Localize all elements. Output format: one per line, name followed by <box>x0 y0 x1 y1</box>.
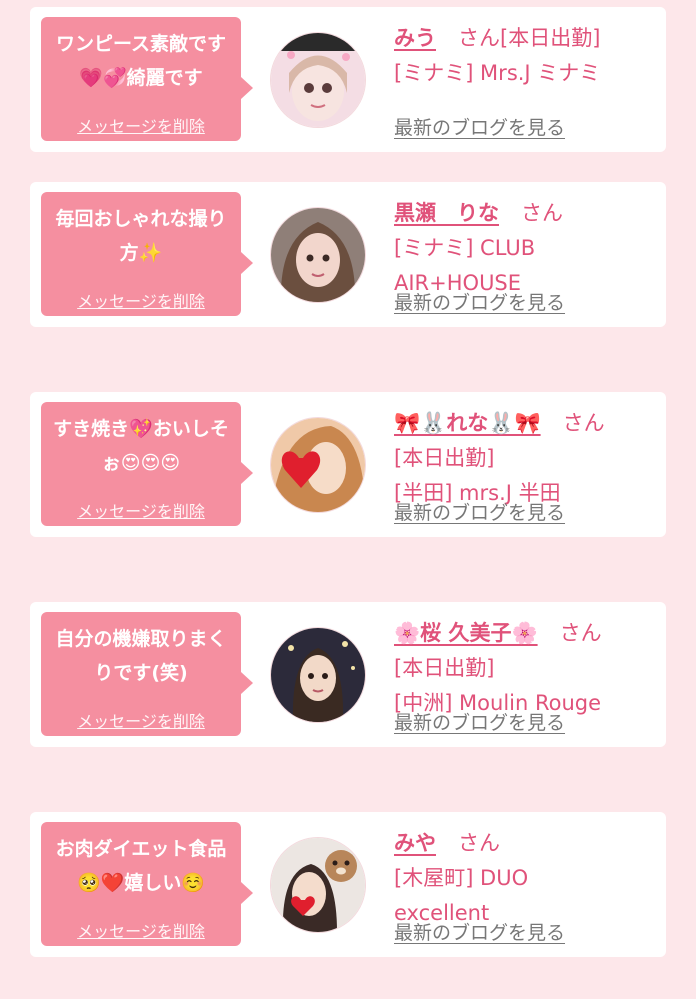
message-card: 自分の機嫌取りまくりです(笑) メッセージを削除 🌸桜 久美子🌸 さん [本日出勤… <box>30 602 666 747</box>
avatar[interactable] <box>271 418 365 512</box>
message-bubble: すき焼き💖おいしそぉ😍😍😍 メッセージを削除 <box>41 402 253 526</box>
status-text: [本日出勤] <box>500 26 601 50</box>
honorific: さん <box>562 411 605 435</box>
message-list: ワンピース素敵です💗💞綺麗です メッセージを削除 みう さん[本日出勤] [ミナミ… <box>0 0 696 999</box>
sender-info: 🌸桜 久美子🌸 さん [本日出勤] [中洲] Moulin Rouge <box>394 616 660 721</box>
sender-name-link[interactable]: 🎀🐰れな🐰🎀 <box>394 411 541 435</box>
latest-blog-link[interactable]: 最新のブログを見る <box>394 498 565 525</box>
latest-blog-link[interactable]: 最新のブログを見る <box>394 708 565 735</box>
avatar[interactable] <box>271 838 365 932</box>
sender-info: みう さん[本日出勤] [ミナミ] Mrs.J ミナミ <box>394 21 660 91</box>
honorific: さん <box>458 831 500 855</box>
sender-info: みや さん [木屋町] DUO excellent <box>394 826 660 931</box>
sender-name-link[interactable]: みう <box>394 26 436 50</box>
message-text: お肉ダイエット食品🥺❤️嬉しい☺️ <box>55 838 227 894</box>
honorific: さん <box>559 621 602 645</box>
message-text: 自分の機嫌取りまくりです(笑) <box>55 628 227 684</box>
message-text: ワンピース素敵です💗💞綺麗です <box>55 33 227 89</box>
delete-message-link[interactable]: メッセージを削除 <box>77 498 205 522</box>
message-bubble: お肉ダイエット食品🥺❤️嬉しい☺️ メッセージを削除 <box>41 822 253 946</box>
latest-blog-link[interactable]: 最新のブログを見る <box>394 113 565 140</box>
message-bubble: 毎回おしゃれな撮り方✨ メッセージを削除 <box>41 192 253 316</box>
shop-text: [ミナミ] Mrs.J ミナミ <box>394 61 601 85</box>
avatar[interactable] <box>271 33 365 127</box>
sender-name-link[interactable]: 🌸桜 久美子🌸 <box>394 621 538 645</box>
avatar[interactable] <box>271 628 365 722</box>
sender-name-link[interactable]: みや <box>394 831 436 855</box>
avatar[interactable] <box>271 208 365 302</box>
delete-message-link[interactable]: メッセージを削除 <box>77 918 205 942</box>
message-card: 毎回おしゃれな撮り方✨ メッセージを削除 黒瀬 りな さん [ミナミ] CLUB … <box>30 182 666 327</box>
status-text: [本日出勤] <box>394 656 495 680</box>
message-bubble: ワンピース素敵です💗💞綺麗です メッセージを削除 <box>41 17 253 141</box>
message-card: すき焼き💖おいしそぉ😍😍😍 メッセージを削除 🎀🐰れな🐰🎀 さん [本日出勤] [… <box>30 392 666 537</box>
message-card: ワンピース素敵です💗💞綺麗です メッセージを削除 みう さん[本日出勤] [ミナミ… <box>30 7 666 152</box>
message-bubble: 自分の機嫌取りまくりです(笑) メッセージを削除 <box>41 612 253 736</box>
status-text: [本日出勤] <box>394 446 495 470</box>
delete-message-link[interactable]: メッセージを削除 <box>77 708 205 732</box>
honorific: さん <box>458 26 500 50</box>
sender-info: 黒瀬 りな さん [ミナミ] CLUB AIR+HOUSE <box>394 196 660 301</box>
honorific: さん <box>521 201 563 225</box>
sender-info: 🎀🐰れな🐰🎀 さん [本日出勤] [半田] mrs.J 半田 <box>394 406 660 511</box>
message-card: お肉ダイエット食品🥺❤️嬉しい☺️ メッセージを削除 みや さん [木屋町] DU… <box>30 812 666 957</box>
delete-message-link[interactable]: メッセージを削除 <box>77 113 205 137</box>
latest-blog-link[interactable]: 最新のブログを見る <box>394 288 565 315</box>
message-text: 毎回おしゃれな撮り方✨ <box>55 208 227 264</box>
delete-message-link[interactable]: メッセージを削除 <box>77 288 205 312</box>
message-text: すき焼き💖おいしそぉ😍😍😍 <box>53 418 229 474</box>
sender-name-link[interactable]: 黒瀬 りな <box>394 201 499 225</box>
latest-blog-link[interactable]: 最新のブログを見る <box>394 918 565 945</box>
